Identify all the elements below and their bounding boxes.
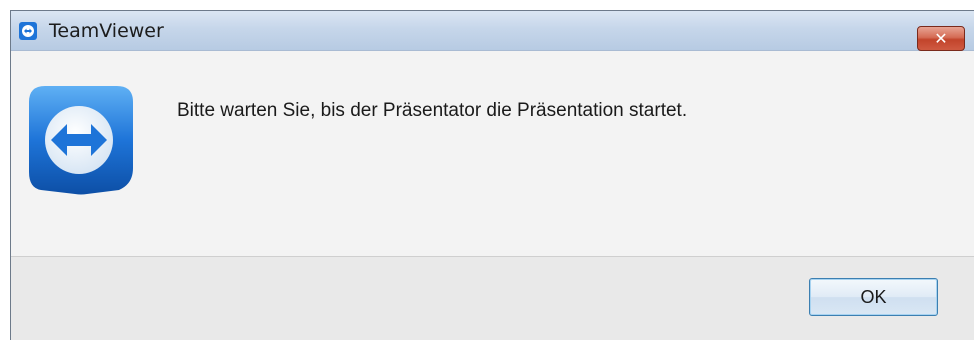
ok-button[interactable]: OK <box>809 278 938 316</box>
close-icon: ✕ <box>934 29 948 48</box>
dialog-window: TeamViewer ✕ Bitte warten Sie, bis der P… <box>10 10 974 340</box>
close-button[interactable]: ✕ <box>917 26 965 51</box>
dialog-content <box>11 51 974 256</box>
teamviewer-icon <box>19 22 37 40</box>
teamviewer-logo-icon <box>27 84 135 196</box>
dialog-message: Bitte warten Sie, bis der Präsentator di… <box>177 100 688 121</box>
window-title: TeamViewer <box>49 20 164 42</box>
title-bar[interactable]: TeamViewer ✕ <box>11 11 974 51</box>
